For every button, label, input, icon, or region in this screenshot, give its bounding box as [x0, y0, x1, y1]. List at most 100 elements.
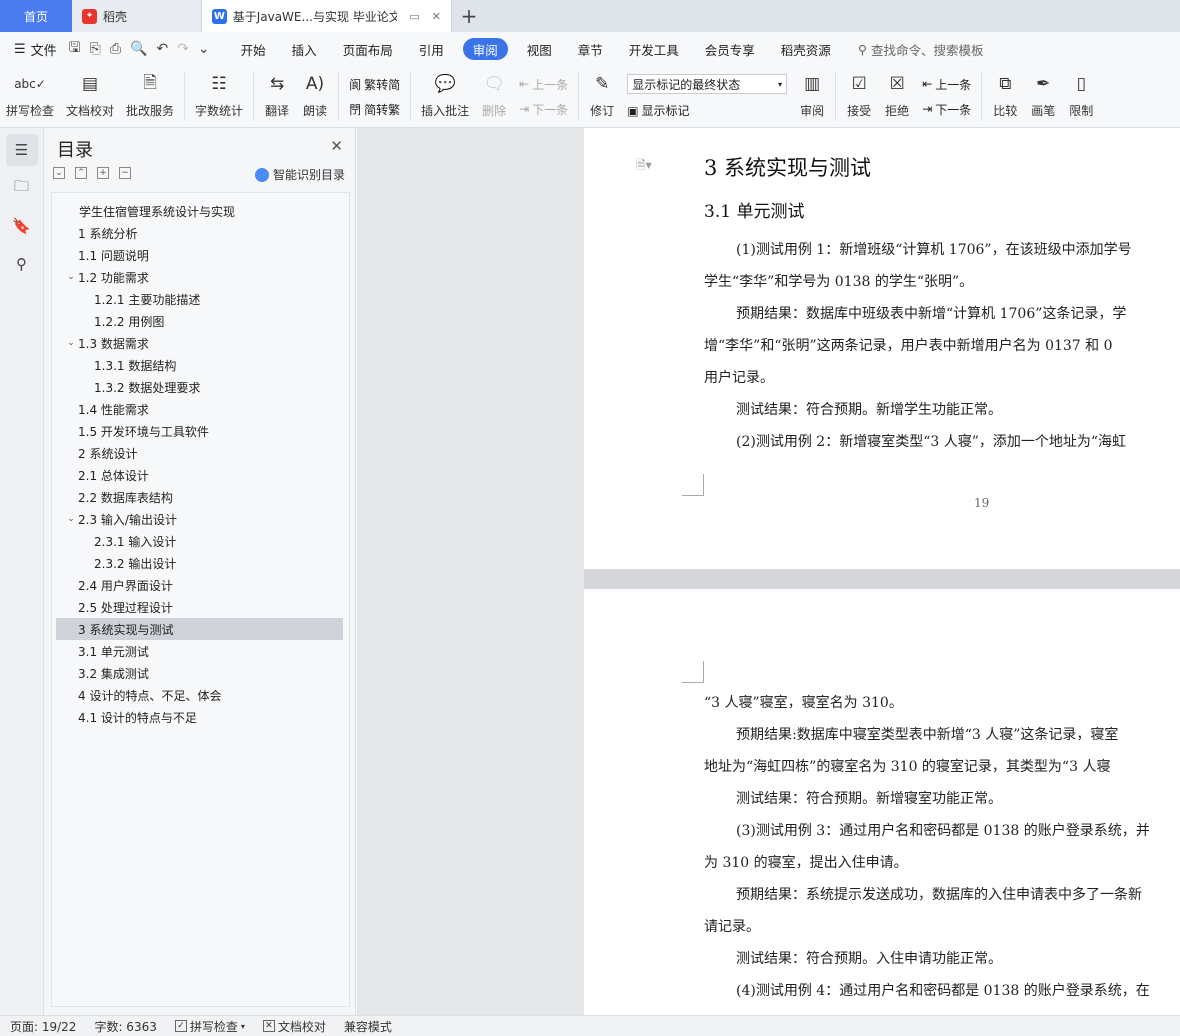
read-aloud-button[interactable]: A) 朗读	[296, 66, 334, 127]
customize-toolbar-icon[interactable]: ⌄	[198, 41, 210, 57]
ribbon-tab[interactable]: 插入	[279, 38, 330, 60]
accept-button[interactable]: ☑ 接受	[840, 66, 878, 127]
compare-button[interactable]: ⧉ 比较	[986, 66, 1024, 127]
redo-icon[interactable]: ↷	[177, 41, 189, 57]
smart-toc-button[interactable]: 智能识别目录	[254, 166, 345, 183]
toc-item[interactable]: 2.3.1 输入设计	[52, 530, 349, 552]
toc-item[interactable]: 1 系统分析	[52, 222, 349, 244]
delete-comment-icon: 🗨	[483, 74, 505, 94]
toc-item[interactable]: ⌄ 1.3 数据需求	[52, 332, 349, 354]
next-change-button[interactable]: ⇥ 下一条	[922, 101, 971, 118]
simp-to-trad-button[interactable]: 閅简转繁	[349, 101, 400, 118]
show-markup-button[interactable]: ▣ 显示标记	[627, 102, 787, 119]
toc-item-label: 2.1 总体设计	[78, 468, 149, 483]
toc-item[interactable]: 1.4 性能需求	[52, 398, 349, 420]
toc-item[interactable]: 1.3.2 数据处理要求	[52, 376, 349, 398]
translate-button[interactable]: ⇆ 翻译	[258, 66, 296, 127]
markup-mode-select[interactable]: 显示标记的最终状态 ▾	[627, 74, 788, 94]
chevron-down-icon[interactable]: ⌄	[64, 338, 78, 348]
word-count-indicator[interactable]: 字数: 6363	[94, 1018, 156, 1035]
ribbon-tab[interactable]: 引用	[406, 38, 457, 60]
close-icon[interactable]: ✕	[330, 137, 343, 155]
ink-button[interactable]: ✒ 画笔	[1024, 66, 1062, 127]
chevron-down-icon[interactable]: ⌄	[64, 514, 78, 524]
toc-item-label: 1.2.2 用例图	[94, 314, 165, 329]
reject-button[interactable]: ☒ 拒绝	[878, 66, 916, 127]
document-page[interactable]: “3 人寝”寝室，寝室名为 310。 预期结果:数据库中寝室类型表中新增“3 人寝…	[584, 589, 1180, 1015]
toc-item[interactable]: 1.1 问题说明	[52, 244, 349, 266]
new-tab-button[interactable]: +	[452, 0, 486, 32]
chapter-nav-icon[interactable]: 🗀	[6, 172, 38, 204]
review-pane-button[interactable]: ▥ 审阅	[793, 66, 831, 127]
restrict-button[interactable]: ▯ 限制	[1062, 66, 1100, 127]
trad-to-simp-button[interactable]: 阆繁转简	[349, 76, 400, 93]
collapse-all-icon[interactable]: ⌄	[53, 167, 65, 179]
ribbon-tab[interactable]: 会员专享	[692, 38, 768, 60]
document-area[interactable]: 🗎▾ 3 系统实现与测试 3.1 单元测试 (1)测试用例 1：新增班级“计算机…	[357, 128, 1180, 1015]
tab-home[interactable]: 首页	[0, 0, 72, 32]
search-panel-icon[interactable]: ⚲	[6, 248, 38, 280]
prev-change-button[interactable]: ⇤ 上一条	[922, 76, 971, 93]
insert-comment-button[interactable]: 💬 插入批注	[415, 66, 475, 127]
ribbon-tab[interactable]: 章节	[565, 38, 616, 60]
toc-item[interactable]: 学生住宿管理系统设计与实现	[52, 200, 349, 222]
toc-item[interactable]: 4 设计的特点、不足、体会	[52, 684, 349, 706]
toc-item[interactable]: 2.1 总体设计	[52, 464, 349, 486]
prev-comment-button[interactable]: ⇤ 上一条	[519, 76, 568, 93]
save-icon[interactable]: 🖫	[69, 37, 81, 61]
page-indicator[interactable]: 页面: 19/22	[10, 1018, 76, 1035]
tab-daoke[interactable]: ✦ 稻壳	[72, 0, 202, 32]
tab-document[interactable]: W 基于JavaWE...与实现 毕业论文 ▭ ✕	[202, 0, 452, 32]
ribbon-tab[interactable]: 开发工具	[616, 38, 692, 60]
ink-label: 画笔	[1031, 104, 1056, 118]
toc-item[interactable]: 4.1 设计的特点与不足	[52, 706, 349, 728]
review-service-button[interactable]: 🗎 批改服务	[120, 66, 180, 127]
undo-icon[interactable]: ↶	[156, 41, 168, 57]
toc-item[interactable]: ⌄ 2.3 输入/输出设计	[52, 508, 349, 530]
toc-item[interactable]: 2.4 用户界面设计	[52, 574, 349, 596]
toc-item[interactable]: ⌄ 1.2 功能需求	[52, 266, 349, 288]
document-page[interactable]: 🗎▾ 3 系统实现与测试 3.1 单元测试 (1)测试用例 1：新增班级“计算机…	[584, 128, 1180, 569]
file-menu[interactable]: ☰ 文件	[14, 40, 57, 59]
toc-item[interactable]: 1.2.1 主要功能描述	[52, 288, 349, 310]
print-icon[interactable]: ⎙	[110, 41, 121, 57]
toc-item[interactable]: 2.5 处理过程设计	[52, 596, 349, 618]
toc-item[interactable]: 2.3.2 输出设计	[52, 552, 349, 574]
ribbon-tab[interactable]: 开始	[228, 38, 279, 60]
export-pdf-icon[interactable]: ⎘	[90, 41, 101, 57]
ribbon-tab[interactable]: 稻壳资源	[768, 38, 844, 60]
remove-heading-icon[interactable]: −	[119, 167, 131, 179]
delete-comment-button[interactable]: 🗨 删除	[475, 66, 513, 127]
toc-item[interactable]: 1.2.2 用例图	[52, 310, 349, 332]
toc-item-label: 3.2 集成测试	[78, 666, 149, 681]
status-spell-check[interactable]: ✓ 拼写检查 ▾	[174, 1018, 245, 1035]
pin-window-icon[interactable]: ▭	[409, 10, 419, 23]
smart-toc-icon	[254, 167, 269, 182]
document-outline-icon[interactable]: 🗎▾	[636, 156, 652, 177]
toc-item[interactable]: 1.3.1 数据结构	[52, 354, 349, 376]
command-search[interactable]: ⚲ 查找命令、搜索模板	[858, 40, 984, 59]
toc-item[interactable]: 3.1 单元测试	[52, 640, 349, 662]
next-comment-button[interactable]: ⇥ 下一条	[519, 101, 568, 118]
toc-item[interactable]: 2.2 数据库表结构	[52, 486, 349, 508]
ribbon-tab[interactable]: 审阅	[462, 38, 508, 60]
ribbon-tab[interactable]: 视图	[514, 38, 565, 60]
spell-check-button[interactable]: abc✓ 拼写检查	[0, 66, 60, 127]
toc-item[interactable]: 2 系统设计	[52, 442, 349, 464]
status-doc-proof[interactable]: ✕ 文档校对	[262, 1018, 326, 1035]
bookmark-icon[interactable]: 🔖	[6, 210, 38, 242]
chevron-down-icon[interactable]: ⌄	[64, 272, 78, 282]
chevron-down-icon: ▾	[778, 79, 783, 89]
close-tab-icon[interactable]: ✕	[432, 10, 441, 23]
toc-item[interactable]: 1.5 开发环境与工具软件	[52, 420, 349, 442]
track-changes-button[interactable]: ✎ 修订	[583, 66, 621, 127]
word-count-button[interactable]: ☷ 字数统计	[189, 66, 249, 127]
ribbon-tab[interactable]: 页面布局	[330, 38, 406, 60]
toc-item[interactable]: 3 系统实现与测试	[56, 618, 343, 640]
expand-up-icon[interactable]: ⌃	[75, 167, 87, 179]
toc-panel-icon[interactable]: ☰	[5, 134, 38, 166]
add-heading-icon[interactable]: +	[97, 167, 109, 179]
doc-proof-button[interactable]: ▤ 文档校对	[60, 66, 120, 127]
print-preview-icon[interactable]: 🔍	[130, 41, 147, 57]
toc-item[interactable]: 3.2 集成测试	[52, 662, 349, 684]
